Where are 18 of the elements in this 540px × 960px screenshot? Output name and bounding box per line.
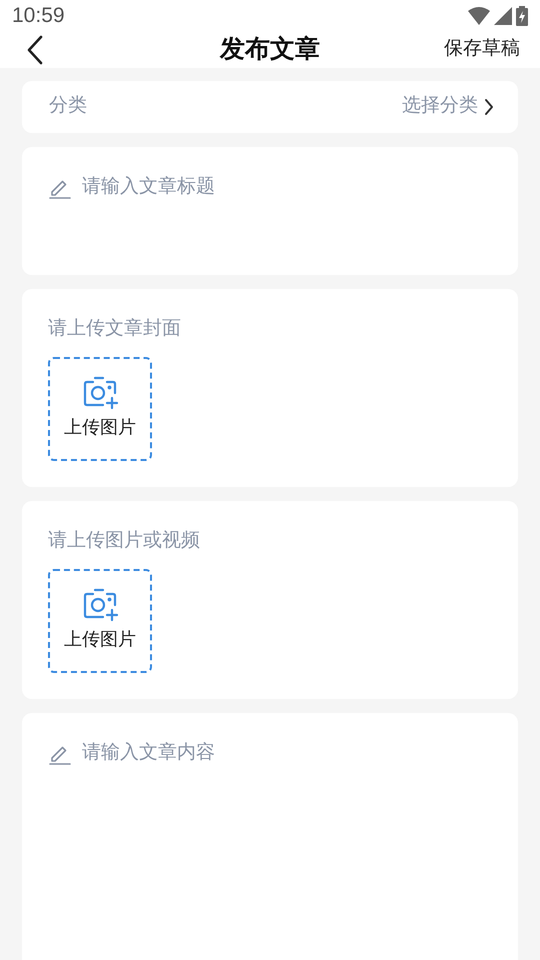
camera-plus-icon	[81, 376, 119, 410]
camera-plus-icon	[81, 588, 119, 622]
status-time: 10:59	[12, 3, 65, 29]
upload-label: 请上传文章封面	[48, 316, 182, 340]
category-label: 分类	[49, 94, 87, 118]
page-title: 发布文章	[220, 34, 320, 65]
title-placeholder: 请输入文章标题	[82, 174, 215, 198]
upload-label: 请上传图片或视频	[48, 528, 201, 552]
content-placeholder: 请输入文章内容	[82, 740, 215, 764]
back-icon	[26, 34, 44, 64]
battery-icon	[516, 6, 528, 26]
signal-icon	[494, 6, 512, 25]
chevron-right-icon	[484, 98, 494, 116]
upload-image-button[interactable]: 上传图片	[48, 356, 152, 460]
choose-category-text: 选择分类	[402, 94, 478, 118]
wifi-icon	[468, 6, 490, 25]
upload-image-button[interactable]: 上传图片	[48, 568, 152, 672]
save-draft-button[interactable]: 保存草稿	[444, 35, 520, 64]
